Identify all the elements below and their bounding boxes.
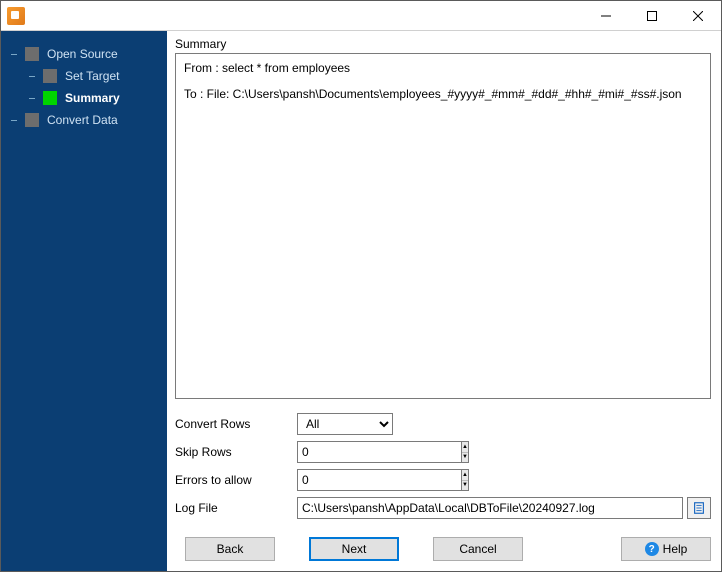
maximize-button[interactable] bbox=[629, 1, 675, 31]
cancel-button[interactable]: Cancel bbox=[433, 537, 523, 561]
summary-to-line: To : File: C:\Users\pansh\Documents\empl… bbox=[184, 84, 702, 104]
back-button[interactable]: Back bbox=[185, 537, 275, 561]
summary-textarea[interactable]: From : select * from employees To : File… bbox=[175, 53, 711, 399]
logfile-browse-button[interactable] bbox=[687, 497, 711, 519]
close-button[interactable] bbox=[675, 1, 721, 31]
convert-rows-label: Convert Rows bbox=[175, 417, 297, 431]
maximize-icon bbox=[647, 11, 657, 21]
step-box-icon bbox=[43, 91, 57, 105]
wizard-sidebar: Open Source Set Target Summary Convert D… bbox=[1, 31, 167, 571]
sidebar-item-label: Open Source bbox=[47, 47, 118, 61]
main-panel: Summary From : select * from employees T… bbox=[167, 31, 721, 571]
convert-rows-select[interactable]: All bbox=[297, 413, 393, 435]
step-box-icon bbox=[25, 47, 39, 61]
app-icon bbox=[7, 7, 25, 25]
sidebar-item-convert-data[interactable]: Convert Data bbox=[7, 109, 167, 131]
minimize-button[interactable] bbox=[583, 1, 629, 31]
close-icon bbox=[693, 11, 703, 21]
errors-label: Errors to allow bbox=[175, 473, 297, 487]
skip-rows-input[interactable] bbox=[297, 441, 461, 463]
summary-heading: Summary bbox=[175, 37, 711, 51]
errors-input[interactable] bbox=[297, 469, 461, 491]
skip-rows-label: Skip Rows bbox=[175, 445, 297, 459]
next-button[interactable]: Next bbox=[309, 537, 399, 561]
skip-rows-down-button[interactable]: ▼ bbox=[462, 453, 468, 463]
summary-from-line: From : select * from employees bbox=[184, 58, 702, 78]
errors-up-button[interactable]: ▲ bbox=[462, 470, 468, 481]
sidebar-item-label: Summary bbox=[65, 91, 120, 105]
help-button-label: Help bbox=[663, 542, 688, 556]
step-box-icon bbox=[25, 113, 39, 127]
logfile-input[interactable] bbox=[297, 497, 683, 519]
errors-down-button[interactable]: ▼ bbox=[462, 481, 468, 491]
help-icon: ? bbox=[645, 542, 659, 556]
sidebar-item-summary[interactable]: Summary bbox=[25, 87, 167, 109]
skip-rows-up-button[interactable]: ▲ bbox=[462, 442, 468, 453]
step-box-icon bbox=[43, 69, 57, 83]
sidebar-item-open-source[interactable]: Open Source bbox=[7, 43, 167, 65]
wizard-button-row: Back Next Cancel ? Help bbox=[175, 537, 711, 561]
document-icon bbox=[692, 501, 706, 515]
titlebar bbox=[1, 1, 721, 31]
sidebar-item-set-target[interactable]: Set Target bbox=[25, 65, 167, 87]
logfile-label: Log File bbox=[175, 501, 297, 515]
minimize-icon bbox=[601, 11, 611, 21]
sidebar-item-label: Convert Data bbox=[47, 113, 118, 127]
help-button[interactable]: ? Help bbox=[621, 537, 711, 561]
sidebar-item-label: Set Target bbox=[65, 69, 119, 83]
